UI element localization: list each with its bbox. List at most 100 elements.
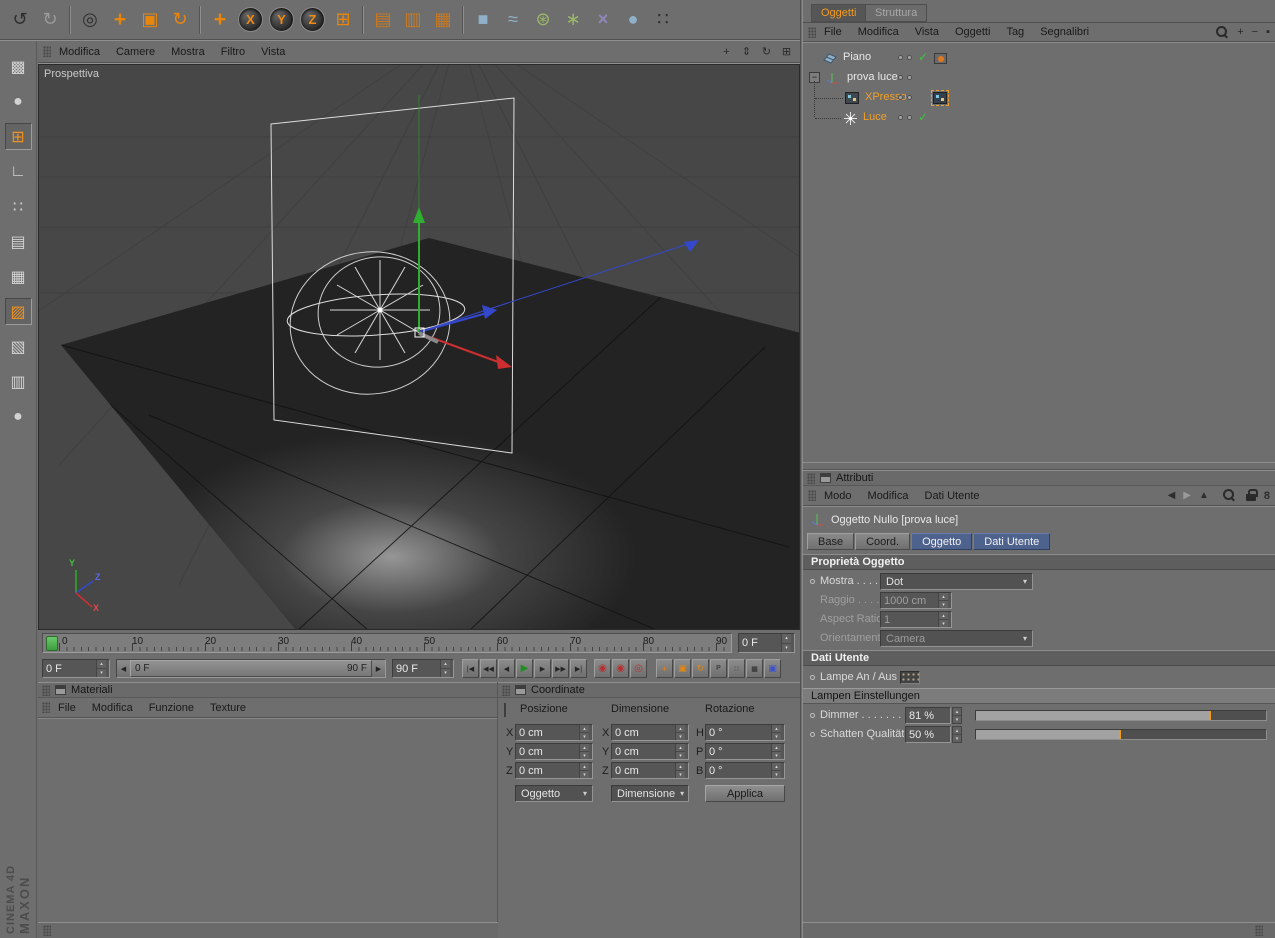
add-deformer-icon[interactable]: ×	[588, 5, 618, 35]
menu-filtro[interactable]: Filtro	[213, 46, 253, 58]
record-keyframe-button[interactable]: ◉	[594, 659, 611, 678]
spinner[interactable]	[579, 725, 589, 740]
lock-x-axis-button[interactable]: X	[238, 7, 263, 32]
enabled-check-icon[interactable]	[918, 50, 928, 64]
record-scale-toggle[interactable]: ▣	[674, 659, 691, 678]
materials-list-area[interactable]	[38, 718, 497, 922]
menu-modifica[interactable]: Modifica	[84, 702, 141, 714]
pos-y-field[interactable]: 0 cm	[515, 743, 593, 760]
record-selected-button[interactable]: ◎	[630, 659, 647, 678]
edges-mode-icon[interactable]: ▤	[5, 228, 32, 255]
rot-b-field[interactable]: 0 °	[705, 762, 785, 779]
resize-grip-icon[interactable]	[1255, 925, 1263, 936]
spinner[interactable]	[771, 744, 781, 759]
spinner[interactable]	[938, 612, 948, 627]
orientamento-dropdown[interactable]: Camera	[880, 630, 1033, 647]
spinner[interactable]	[675, 763, 685, 778]
visibility-dot-editor[interactable]	[898, 95, 903, 100]
previous-key-button[interactable]: ◀◀	[480, 659, 497, 678]
materials-resize-strip[interactable]	[38, 922, 498, 938]
schatten-spinner[interactable]	[952, 726, 962, 743]
attributes-resize-strip[interactable]	[803, 922, 1275, 938]
spinner[interactable]	[771, 725, 781, 740]
dim-y-field[interactable]: 0 cm	[611, 743, 689, 760]
coordinates-titlebar[interactable]: Coordinate	[498, 682, 800, 698]
add-modeling-icon[interactable]: ∗	[558, 5, 588, 35]
frame-range-scrollbar[interactable]: 0 F 90 F	[116, 659, 386, 678]
panel-grip-icon[interactable]	[808, 490, 816, 501]
panel-grip-icon[interactable]	[807, 473, 815, 484]
last-tool-icon[interactable]: +	[205, 5, 235, 35]
add-generator-icon[interactable]: ⊛	[528, 5, 558, 35]
make-editable-icon[interactable]: ▩	[5, 53, 32, 80]
record-pla-toggle[interactable]: ∷	[728, 659, 745, 678]
menu-modifica[interactable]: Modifica	[850, 26, 907, 38]
visibility-dot-editor[interactable]	[898, 55, 903, 60]
apply-button[interactable]: Applica	[705, 785, 785, 802]
model-mode-icon[interactable]: ●	[5, 88, 32, 115]
lock-z-axis-button[interactable]: Z	[300, 7, 325, 32]
mostra-dropdown[interactable]: Dot	[880, 573, 1033, 590]
render-picture-viewer-icon[interactable]: ▥	[398, 5, 428, 35]
texture-axis-mode-icon[interactable]: ▧	[5, 333, 32, 360]
viewport-canvas[interactable]	[39, 65, 799, 629]
bind-mode-icon[interactable]: 8	[1264, 490, 1270, 502]
search-icon[interactable]	[1223, 489, 1236, 502]
menu-camere[interactable]: Camere	[108, 46, 163, 58]
tree-row-xpresso[interactable]: XPresso	[803, 88, 1275, 108]
animation-dot[interactable]	[810, 713, 815, 718]
tab-coord[interactable]: Coord.	[855, 533, 910, 550]
panel-grip-icon[interactable]	[808, 27, 816, 38]
section-proprieta-oggetto[interactable]: Proprietà Oggetto	[803, 554, 1275, 570]
menu-vista[interactable]: Vista	[253, 46, 293, 58]
horizontal-splitter[interactable]	[803, 462, 1275, 470]
menu-texture[interactable]: Texture	[202, 702, 254, 714]
render-view-icon[interactable]: ▤	[368, 5, 398, 35]
schatten-field[interactable]: 50 %	[905, 726, 951, 743]
menu-modo[interactable]: Modo	[816, 490, 860, 502]
xpresso-tag-icon-selected[interactable]	[933, 92, 947, 104]
panel-grip-icon[interactable]	[42, 685, 50, 696]
rot-h-field[interactable]: 0 °	[705, 724, 785, 741]
tree-row-luce[interactable]: Luce	[803, 108, 1275, 128]
visibility-dot-render[interactable]	[907, 115, 912, 120]
visibility-dot-render[interactable]	[907, 75, 912, 80]
light-object-icon[interactable]	[843, 111, 858, 126]
toggle-view-icon[interactable]: ⊞	[778, 44, 795, 60]
timeline-playhead[interactable]	[46, 636, 58, 651]
live-selection-icon[interactable]: ◎	[75, 5, 105, 35]
menu-mostra[interactable]: Mostra	[163, 46, 213, 58]
panel-grip-icon[interactable]	[42, 702, 50, 713]
xpresso-object-icon[interactable]	[845, 92, 859, 104]
current-frame-field[interactable]: 0 F	[738, 633, 795, 653]
spinner[interactable]	[675, 725, 685, 740]
animation-dot[interactable]	[810, 732, 815, 737]
goto-end-button[interactable]: ▶|	[570, 659, 587, 678]
search-icon[interactable]	[1216, 26, 1229, 39]
object-label[interactable]: Luce	[863, 111, 887, 123]
attributes-titlebar[interactable]: Attributi	[803, 470, 1275, 486]
dimmer-spinner[interactable]	[952, 707, 962, 724]
visibility-dot-render[interactable]	[907, 95, 912, 100]
menu-file[interactable]: File	[50, 702, 84, 714]
remove-filter-icon[interactable]: −	[1252, 26, 1258, 38]
lock-y-axis-button[interactable]: Y	[269, 7, 294, 32]
history-back-icon[interactable]: ◀	[1168, 490, 1176, 501]
null-object-icon[interactable]	[825, 71, 839, 85]
record-position-toggle[interactable]: +	[656, 659, 673, 678]
spinner[interactable]	[579, 763, 589, 778]
tree-row-prova-luce[interactable]: prova luce	[803, 68, 1275, 88]
object-mode-icon[interactable]: ⊞	[5, 123, 32, 150]
record-parameter-toggle[interactable]: P	[710, 659, 727, 678]
panel-grip-icon[interactable]	[43, 46, 51, 57]
scale-tool-icon[interactable]: ▣	[135, 5, 165, 35]
range-end-spinner[interactable]	[440, 660, 450, 677]
goto-start-button[interactable]: |◀	[462, 659, 479, 678]
parent-object-icon[interactable]: ▲	[1199, 490, 1209, 501]
timeline-ruler[interactable]: 0 10 20 30 40 50 60 70 80 90	[42, 633, 732, 653]
redo-icon[interactable]: ↻	[35, 5, 65, 35]
range-start-field[interactable]: 0 F	[42, 659, 110, 678]
tab-base[interactable]: Base	[807, 533, 854, 550]
menu-vista[interactable]: Vista	[907, 26, 947, 38]
rot-p-field[interactable]: 0 °	[705, 743, 785, 760]
